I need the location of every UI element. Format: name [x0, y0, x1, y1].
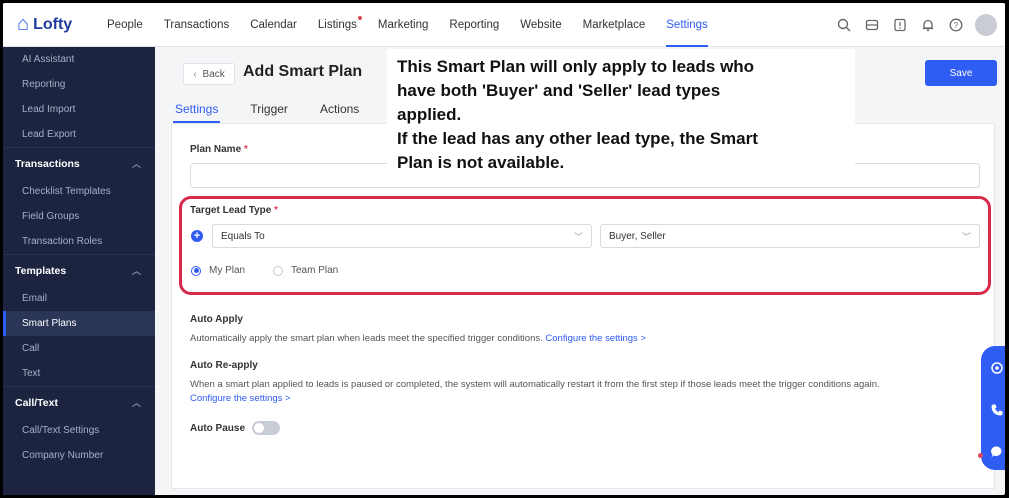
sidebar-item-reporting[interactable]: Reporting — [3, 72, 155, 97]
nav-item-marketplace[interactable]: Marketplace — [583, 3, 646, 47]
auto-apply-label: Auto Apply — [190, 314, 243, 325]
chevron-up-icon: ︿ — [131, 398, 141, 408]
tab-settings[interactable]: Settings — [173, 95, 221, 123]
notification-dot — [357, 15, 362, 20]
auto-reapply-configure-link[interactable]: Configure the settings > — [190, 393, 291, 404]
annotation-callout: This Smart Plan will only apply to leads… — [387, 49, 855, 177]
sidebar-section-title: Call/Text — [15, 396, 58, 409]
auto-pause-label: Auto Pause — [190, 423, 246, 434]
sidebar-section-call-text[interactable]: Call/Text ︿ — [3, 386, 155, 418]
sidebar-item-ai-assistant[interactable]: AI Assistant — [3, 47, 155, 72]
annotation-line: applied. — [397, 105, 462, 124]
svg-text:?: ? — [954, 21, 959, 30]
sidebar-section-title: Templates — [15, 264, 67, 277]
sidebar-item-call[interactable]: Call — [3, 336, 155, 361]
back-label: Back — [202, 68, 225, 80]
sidebar-item-email[interactable]: Email — [3, 286, 155, 311]
annotation-line: If the lead has any other lead type, the… — [397, 129, 758, 148]
nav-item-transactions[interactable]: Transactions — [164, 3, 229, 47]
chevron-left-icon: ‹ — [193, 68, 197, 80]
sidebar-item-checklist-templates[interactable]: Checklist Templates — [3, 179, 155, 204]
back-button[interactable]: ‹ Back — [183, 63, 235, 85]
annotation-line: This Smart Plan will only apply to leads… — [397, 57, 755, 76]
sidebar-item-company-number[interactable]: Company Number — [3, 443, 155, 468]
plan-name-label: Plan Name * — [190, 144, 248, 155]
sidebar-section-templates[interactable]: Templates ︿ — [3, 254, 155, 286]
nav-menu: People Transactions Calendar Listings Ma… — [107, 3, 729, 47]
save-button[interactable]: Save — [925, 60, 997, 86]
chevron-up-icon: ︿ — [131, 266, 141, 276]
sidebar-item-call-text-settings[interactable]: Call/Text Settings — [3, 418, 155, 443]
nav-item-people[interactable]: People — [107, 3, 143, 47]
sidebar-item-smart-plans[interactable]: Smart Plans — [3, 311, 155, 336]
sidebar-section-title: Transactions — [15, 157, 80, 170]
sidebar: AI Assistant Reporting Lead Import Lead … — [3, 47, 155, 495]
nav-item-reporting[interactable]: Reporting — [449, 3, 499, 47]
notification-dot — [978, 453, 983, 458]
inbox-icon[interactable] — [863, 16, 881, 34]
settings-card: Plan Name * Target Lead Type * + Equals … — [171, 123, 995, 489]
nav-item-website[interactable]: Website — [520, 3, 561, 47]
chevron-up-icon: ︿ — [131, 159, 141, 169]
headset-icon[interactable] — [989, 360, 1005, 376]
notice-icon[interactable] — [891, 16, 909, 34]
floating-support-widget — [981, 346, 1005, 470]
sidebar-section-transactions[interactable]: Transactions ︿ — [3, 147, 155, 179]
bell-icon[interactable] — [919, 16, 937, 34]
nav-icons: ? — [825, 3, 997, 47]
nav-item-settings[interactable]: Settings — [666, 3, 708, 47]
plan-name-label-text: Plan Name — [190, 144, 242, 155]
annotation-line: Plan is not available. — [397, 153, 565, 172]
auto-pause-toggle[interactable] — [252, 421, 280, 435]
nav-item-marketing[interactable]: Marketing — [378, 3, 429, 47]
logo-text: Lofty — [33, 15, 73, 33]
sidebar-item-text[interactable]: Text — [3, 361, 155, 386]
search-icon[interactable] — [835, 16, 853, 34]
help-icon[interactable]: ? — [947, 16, 965, 34]
nav-item-listings[interactable]: Listings — [317, 3, 362, 47]
top-navigation: ⌂ Lofty People Transactions Calendar Lis… — [3, 3, 1005, 47]
required-mark: * — [243, 144, 248, 155]
tab-trigger[interactable]: Trigger — [248, 95, 290, 123]
nav-item-calendar[interactable]: Calendar — [250, 3, 297, 47]
phone-icon[interactable] — [989, 402, 1005, 418]
auto-apply-desc-text: Automatically apply the smart plan when … — [190, 333, 543, 344]
auto-apply-configure-link[interactable]: Configure the settings > — [545, 333, 646, 344]
page-title: Add Smart Plan — [243, 63, 363, 80]
nav-item-listings-label: Listings — [317, 18, 357, 31]
annotation-line: have both 'Buyer' and 'Seller' lead type… — [397, 81, 721, 100]
sidebar-item-transaction-roles[interactable]: Transaction Roles — [3, 229, 155, 254]
avatar[interactable] — [975, 14, 997, 36]
lofty-logo-icon: ⌂ — [17, 13, 30, 35]
auto-reapply-label: Auto Re-apply — [190, 360, 258, 371]
sidebar-item-lead-export[interactable]: Lead Export — [3, 122, 155, 147]
app-window: ⌂ Lofty People Transactions Calendar Lis… — [3, 3, 1005, 495]
chat-icon[interactable] — [989, 444, 1005, 460]
lofty-logo[interactable]: ⌂ Lofty — [17, 13, 107, 36]
sidebar-item-field-groups[interactable]: Field Groups — [3, 204, 155, 229]
tab-actions[interactable]: Actions — [318, 95, 361, 123]
auto-reapply-description: When a smart plan applied to leads is pa… — [190, 378, 980, 406]
highlight-box — [179, 196, 991, 295]
auto-reapply-desc-text: When a smart plan applied to leads is pa… — [190, 379, 880, 390]
auto-apply-description: Automatically apply the smart plan when … — [190, 332, 980, 346]
sidebar-item-lead-import[interactable]: Lead Import — [3, 97, 155, 122]
tab-bar: Settings Trigger Actions — [173, 95, 389, 123]
